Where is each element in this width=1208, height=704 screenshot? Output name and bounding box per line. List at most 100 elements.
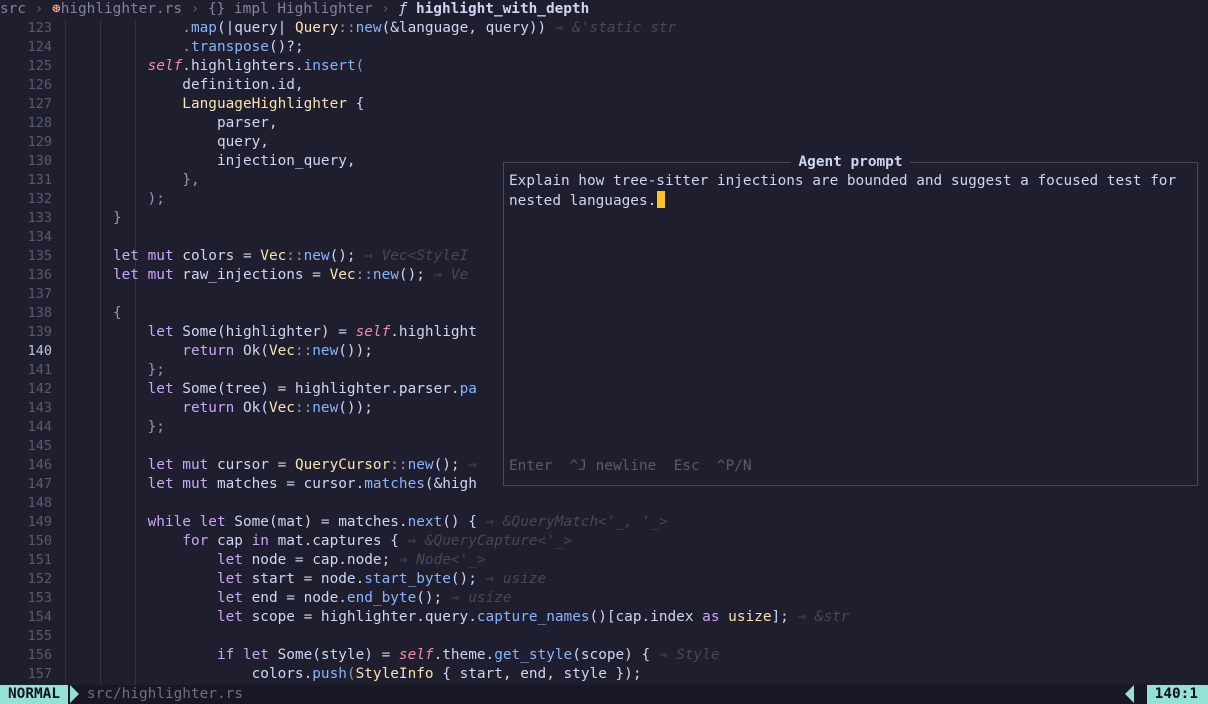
code-line[interactable]: let node = cap.node; ⇒ Node<'_>: [61, 551, 1208, 570]
code-line[interactable]: parser,: [61, 114, 1208, 133]
code-token: .highlighters.: [182, 58, 304, 74]
inlay-hint: ⇒ Vec<StyleI: [355, 248, 469, 264]
code-token: mat.captures {: [268, 533, 399, 549]
code-token: parser,: [216, 115, 278, 131]
code-token: pa: [459, 381, 477, 397]
breadcrumb-file[interactable]: highlighter.rs: [61, 1, 182, 17]
code-line[interactable]: let end = node.end_byte(); ⇒ usize: [61, 589, 1208, 608]
code-line[interactable]: .map(|query| Query::new(&language, query…: [61, 19, 1208, 38]
code-token: {: [346, 96, 365, 112]
code-token: { start, end, style });: [433, 666, 642, 682]
position-separator-arrow: [1125, 685, 1134, 703]
code-token: .theme.: [433, 647, 495, 663]
code-token: ()[cap.index: [589, 609, 703, 625]
inlay-hint: ⇒ usize: [476, 571, 547, 587]
code-token: }: [112, 210, 122, 226]
code-line[interactable]: if let Some(style) = self.theme.get_styl…: [61, 646, 1208, 665]
code-token: get_style: [494, 647, 573, 663]
code-token: injection_query,: [216, 153, 356, 169]
code-token: new: [407, 457, 434, 473]
code-token: new: [303, 248, 330, 264]
breadcrumb-impl[interactable]: impl Highlighter: [234, 1, 373, 17]
mode-indicator: NORMAL: [0, 685, 68, 704]
cursor-position: 140:1: [1146, 685, 1208, 704]
code-token: return: [182, 343, 235, 359]
inlay-hint: ⇒ Style: [650, 647, 720, 663]
code-token: QueryCursor: [294, 457, 391, 473]
code-token: usize: [719, 609, 772, 625]
code-line[interactable]: .transpose()?;: [61, 38, 1208, 57]
code-token: insert: [303, 58, 356, 74]
code-token: cursor =: [208, 457, 295, 473]
line-number: 135: [27, 248, 52, 264]
line-number: 131: [27, 172, 52, 188]
inlay-hint: ⇒ &str: [788, 609, 850, 625]
braces-icon: {}: [208, 1, 226, 17]
code-line[interactable]: while let Some(mat) = matches.next() { ⇒…: [61, 513, 1208, 532]
code-line[interactable]: let start = node.start_byte(); ⇒ usize: [61, 570, 1208, 589]
code-line[interactable]: [61, 627, 1208, 646]
code-line[interactable]: self.highlighters.insert(: [61, 57, 1208, 76]
agent-prompt-dialog: Agent prompt Explain how tree-sitter inj…: [503, 154, 1198, 486]
code-line[interactable]: LanguageHighlighter {: [61, 95, 1208, 114]
code-token: };: [147, 362, 165, 378]
code-token: ();: [450, 571, 477, 587]
inlay-hint: ⇒ usize: [442, 590, 512, 606]
code-token: in: [251, 533, 269, 549]
line-number: 137: [27, 286, 52, 302]
line-number: 127: [27, 96, 52, 112]
line-number: 128: [27, 115, 52, 131]
mode-separator-arrow: [70, 685, 79, 703]
line-number: 151: [27, 552, 52, 568]
code-token: (&high: [424, 476, 477, 492]
code-token: Some(style) =: [268, 647, 399, 663]
code-token: let: [216, 609, 243, 625]
code-token: end_byte: [346, 590, 417, 606]
code-token: let: [147, 381, 174, 397]
line-number: 144: [27, 419, 52, 435]
code-token: Vec: [268, 343, 295, 359]
line-number: 123: [27, 20, 52, 36]
code-token: ();: [433, 457, 460, 473]
line-number: 142: [27, 381, 52, 397]
code-line[interactable]: colors.push(StyleInfo { start, end, styl…: [61, 665, 1208, 684]
line-number: 139: [27, 324, 52, 340]
breadcrumb-dir[interactable]: src: [0, 1, 26, 17]
line-number: 143: [27, 400, 52, 416]
code-token: .: [182, 20, 191, 36]
code-token: Ok(: [234, 400, 269, 416]
rust-icon: ⊛: [52, 1, 61, 17]
code-line[interactable]: [61, 494, 1208, 513]
code-token: ::: [294, 343, 313, 359]
line-number: 156: [27, 647, 52, 663]
line-number: 150: [27, 533, 52, 549]
code-token: matches = cursor.: [208, 476, 365, 492]
line-number: 157: [27, 666, 52, 682]
line-number: 138: [27, 305, 52, 321]
code-token: ());: [338, 343, 373, 359]
code-token: ());: [338, 400, 373, 416]
code-token: StyleInfo: [355, 666, 434, 682]
inlay-hint: ⇒: [459, 457, 477, 473]
code-token: while let: [147, 514, 226, 530]
line-number: 129: [27, 134, 52, 150]
code-token: map: [190, 20, 217, 36]
code-token: ::: [355, 267, 373, 283]
code-line[interactable]: let scope = highlighter.query.capture_na…: [61, 608, 1208, 627]
code-token: let mut: [147, 476, 209, 492]
line-number-current: 140: [27, 343, 52, 359]
code-line[interactable]: for cap in mat.captures { ⇒ &QueryCaptur…: [61, 532, 1208, 551]
code-token: (: [355, 58, 365, 74]
code-token: new: [372, 267, 399, 283]
code-token: ::: [286, 248, 304, 264]
line-number: 155: [27, 628, 52, 644]
code-token: let: [216, 552, 243, 568]
code-line[interactable]: definition.id,: [61, 76, 1208, 95]
code-line[interactable]: query,: [61, 133, 1208, 152]
agent-prompt-input[interactable]: Explain how tree-sitter injections are b…: [509, 172, 1192, 211]
breadcrumb-separator: ›: [34, 1, 44, 17]
breadcrumb: src › ⊛highlighter.rs › {} impl Highligh…: [0, 0, 1208, 19]
code-token: Query: [294, 20, 339, 36]
breadcrumb-function[interactable]: highlight_with_depth: [416, 1, 589, 17]
breadcrumb-separator: ›: [190, 1, 200, 17]
